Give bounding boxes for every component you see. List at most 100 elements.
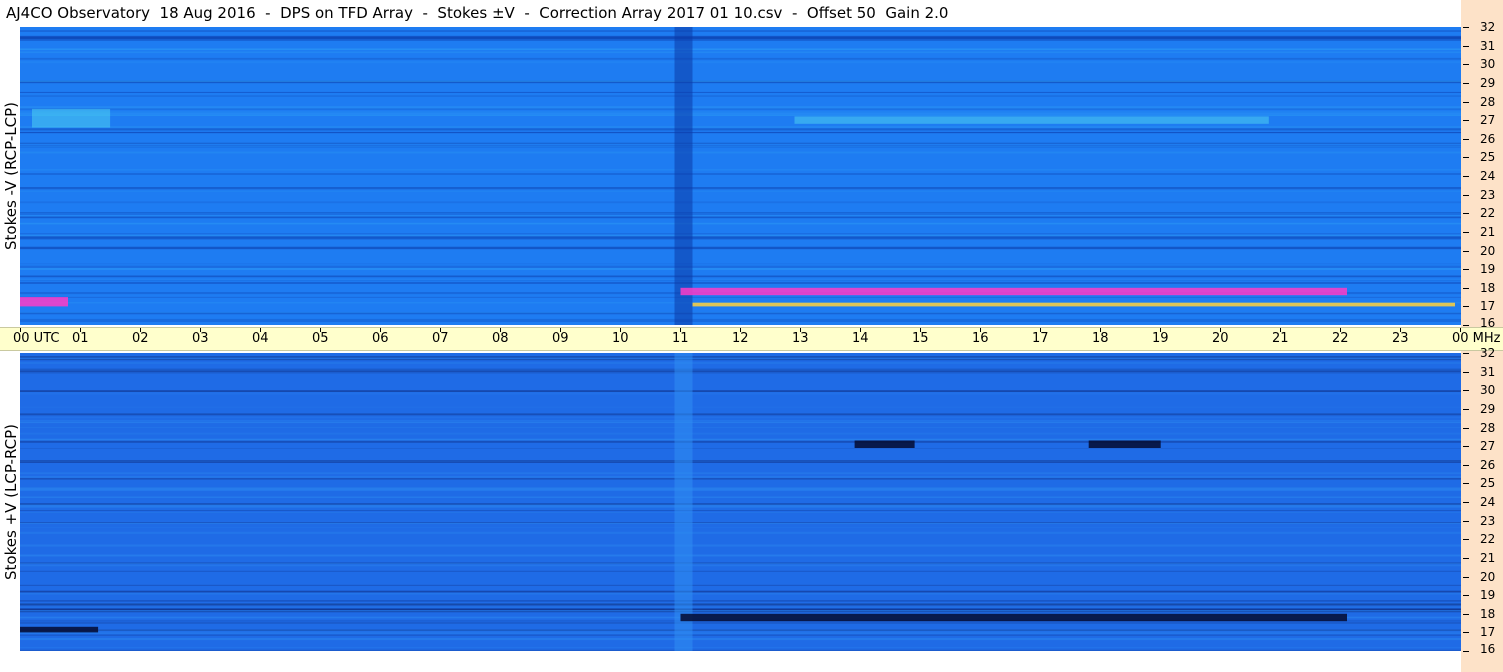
frequency-tick-mark <box>1463 82 1469 84</box>
spectrogram-feature-dark-patch <box>854 440 915 448</box>
frequency-tick-label: 19 <box>1480 262 1496 277</box>
channel-stripe <box>20 296 1461 298</box>
channel-stripe <box>20 531 1461 534</box>
channel-stripe <box>20 460 1461 462</box>
time-tick-label: 22 <box>1332 331 1349 346</box>
frequency-tick-mark <box>1463 446 1469 448</box>
time-tick-label: 23 <box>1392 331 1409 346</box>
channel-stripe <box>20 590 1461 593</box>
channel-stripe <box>20 247 1461 250</box>
channel-stripe <box>20 621 1461 624</box>
time-tick-label: 01 <box>72 331 89 346</box>
channel-stripe <box>20 212 1461 214</box>
channel-stripe <box>20 368 1461 371</box>
channel-stripe <box>20 601 1461 602</box>
time-tick-label: 06 <box>372 331 389 346</box>
channel-stripe <box>20 406 1461 408</box>
channel-stripe <box>20 503 1461 505</box>
spectrogram-feature-noise-patch <box>794 116 1269 124</box>
channel-stripe <box>20 320 1461 322</box>
channel-stripe <box>20 114 1461 116</box>
bottom-spectrogram-panel <box>20 353 1461 651</box>
channel-stripe <box>20 282 1461 284</box>
channel-stripe <box>20 362 1461 364</box>
channel-stripe <box>20 632 1461 634</box>
frequency-tick-mark <box>1463 325 1469 326</box>
channel-stripe <box>20 570 1461 572</box>
frequency-tick-label: 24 <box>1480 495 1496 509</box>
time-tick-label: 18 <box>1092 331 1109 346</box>
channel-stripe <box>20 49 1461 51</box>
frequency-tick-mark <box>1463 287 1469 289</box>
time-tick-label: 15 <box>912 331 929 346</box>
frequency-tick-mark <box>1463 502 1469 503</box>
frequency-tick-label: 25 <box>1480 150 1496 165</box>
channel-stripe <box>20 126 1461 128</box>
time-tick-label: 17 <box>1032 331 1049 346</box>
frequency-tick-label: 27 <box>1480 439 1496 454</box>
channel-stripe <box>20 143 1461 145</box>
frequency-tick-mark <box>1463 390 1469 392</box>
frequency-tick-mark <box>1463 427 1469 429</box>
channel-stripe <box>20 496 1461 498</box>
frequency-tick-mark <box>1463 269 1469 271</box>
channel-stripe <box>20 57 1461 60</box>
frequency-tick-mark <box>1463 576 1469 578</box>
channel-stripe <box>20 448 1461 449</box>
channel-stripe <box>20 108 1461 110</box>
channel-stripe <box>20 275 1461 277</box>
channel-stripe <box>20 392 1461 395</box>
channel-stripe <box>20 554 1461 557</box>
channel-stripe <box>20 649 1461 651</box>
channel-stripe <box>20 38 1461 39</box>
frequency-tick-label: 17 <box>1480 625 1496 640</box>
channel-stripe <box>20 279 1461 281</box>
channel-stripe <box>20 215 1461 217</box>
frequency-tick-mark <box>1463 353 1469 354</box>
channel-stripe <box>20 476 1461 478</box>
spectrogram-feature-warm-line <box>692 302 1455 307</box>
channel-stripe <box>20 472 1461 475</box>
channel-stripe <box>20 432 1461 435</box>
frequency-tick-label: 21 <box>1480 224 1496 239</box>
frequency-tick-mark <box>1463 157 1469 159</box>
channel-stripe <box>20 370 1461 372</box>
channel-stripe <box>20 263 1461 265</box>
channel-stripe <box>20 213 1461 215</box>
chart-title: AJ4CO Observatory 18 Aug 2016 - DPS on T… <box>6 4 949 22</box>
frequency-tick-mark <box>1463 613 1469 615</box>
time-tick-label: 14 <box>852 331 869 346</box>
time-tick-label: 00 UTC <box>13 331 60 346</box>
frequency-tick-mark <box>1463 408 1469 410</box>
frequency-tick-label: 16 <box>1480 642 1496 656</box>
channel-stripe <box>20 222 1461 225</box>
channel-stripe <box>20 421 1461 424</box>
frequency-tick-mark <box>1463 45 1469 47</box>
channel-stripe <box>20 522 1461 524</box>
frequency-tick-label: 26 <box>1480 457 1496 472</box>
channel-stripe <box>20 38 1461 41</box>
time-tick-label: 07 <box>432 331 449 346</box>
channel-stripe <box>20 173 1461 175</box>
channel-stripe <box>20 427 1461 428</box>
channel-stripe <box>20 312 1461 315</box>
frequency-tick-label: 21 <box>1480 550 1496 565</box>
time-tick-label: 20 <box>1212 331 1229 346</box>
frequency-tick-label: 29 <box>1480 75 1496 90</box>
frequency-tick-mark <box>1463 64 1469 66</box>
channel-stripe <box>20 151 1461 154</box>
spectrogram-feature-gap <box>674 27 693 325</box>
frequency-tick-label: 20 <box>1480 569 1496 584</box>
channel-stripe <box>20 128 1461 131</box>
frequency-tick-mark <box>1463 120 1469 122</box>
frequency-tick-label: 22 <box>1480 206 1496 221</box>
channel-stripe <box>20 51 1461 54</box>
frequency-tick-label: 31 <box>1480 38 1496 53</box>
channel-stripe <box>20 318 1461 321</box>
frequency-tick-mark <box>1463 539 1469 541</box>
frequency-tick-mark <box>1463 557 1469 559</box>
channel-stripe <box>20 510 1461 511</box>
frequency-tick-mark <box>1463 250 1469 252</box>
channel-stripe <box>20 584 1461 586</box>
channel-stripe <box>20 36 1461 38</box>
